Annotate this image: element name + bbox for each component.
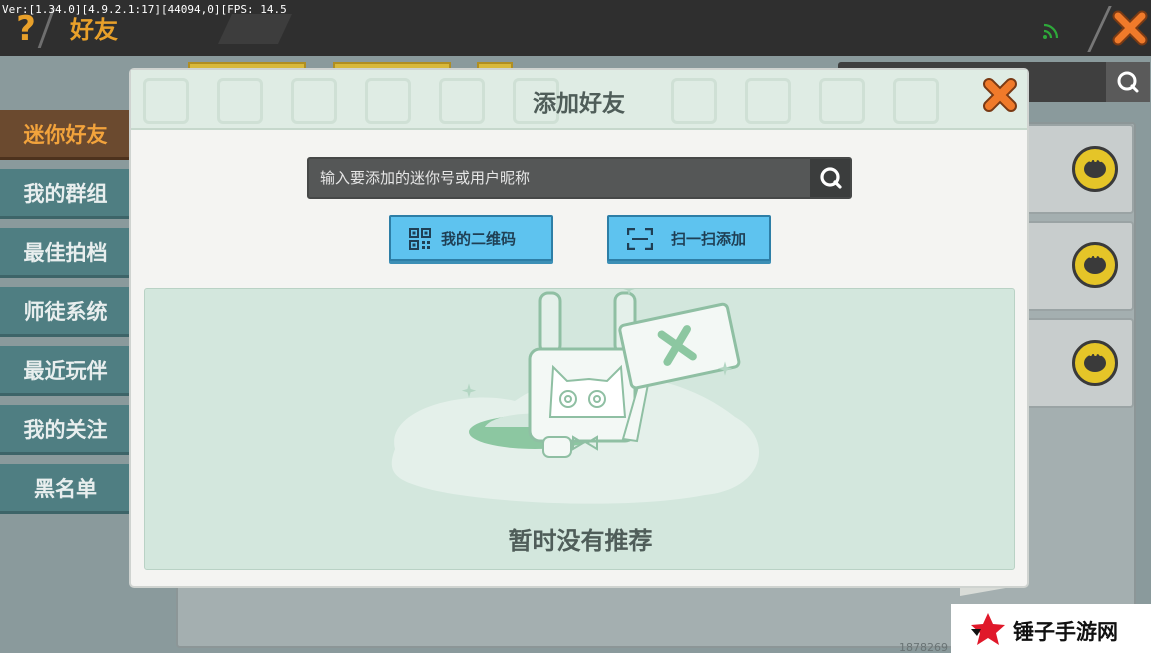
watermark-logo-icon: [971, 613, 1005, 645]
sidebar-item-best-partner[interactable]: 最佳拍档: [0, 228, 131, 278]
watermark: 锤子手游网: [951, 604, 1151, 653]
sidebar-item-mini-friends[interactable]: 迷你好友: [0, 110, 131, 160]
bg-id-text: 1878269: [899, 641, 948, 653]
qr-code-icon: [409, 228, 431, 250]
dialog-title: 添加好友: [533, 91, 625, 117]
chat-icon[interactable]: [1072, 146, 1118, 192]
close-icon[interactable]: [1110, 8, 1150, 48]
my-qr-code-label: 我的二维码: [441, 230, 517, 248]
close-icon[interactable]: [980, 75, 1020, 115]
chat-icon[interactable]: [1072, 340, 1118, 386]
my-qr-code-button[interactable]: 我的二维码: [389, 215, 553, 261]
friend-search-box: [307, 157, 852, 199]
empty-recommendation-text: 暂时没有推荐: [508, 527, 653, 555]
search-icon[interactable]: [1106, 62, 1150, 102]
watermark-text: 锤子手游网: [1013, 620, 1118, 644]
sidebar-item-my-groups[interactable]: 我的群组: [0, 169, 131, 219]
debug-overlay: Ver:[1.34.0][4.9.2.1:17][44094,0][FPS: 1…: [2, 3, 287, 16]
scan-icon: [627, 228, 653, 250]
sidebar-item-recent-players[interactable]: 最近玩伴: [0, 346, 131, 396]
sidebar-item-mentor-system[interactable]: 师徒系统: [0, 287, 131, 337]
sidebar-item-my-follows[interactable]: 我的关注: [0, 405, 131, 455]
add-friend-dialog: 添加好友 我的二维码: [131, 70, 1027, 586]
header-decoration: [218, 14, 292, 44]
scan-add-button[interactable]: 扫一扫添加: [607, 215, 771, 261]
scan-add-label: 扫一扫添加: [671, 230, 747, 248]
chat-icon[interactable]: [1072, 242, 1118, 288]
sidebar-item-blacklist[interactable]: 黑名单: [0, 464, 131, 514]
empty-mascot-illustration: [391, 289, 759, 504]
recommendation-area: 暂时没有推荐: [144, 288, 1015, 570]
search-icon[interactable]: [810, 159, 850, 197]
dialog-header: 添加好友: [131, 70, 1027, 130]
friend-search-input[interactable]: [309, 159, 809, 197]
signal-icon: [1043, 23, 1059, 39]
